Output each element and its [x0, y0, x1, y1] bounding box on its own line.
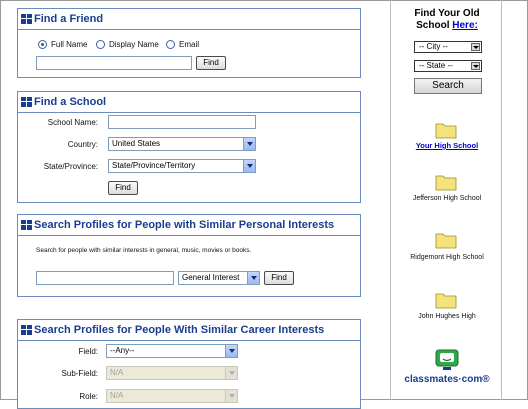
windows-flag-icon: [21, 97, 32, 107]
find-old-school-heading: Find Your Old School Here:: [391, 8, 503, 32]
career-interests-title: Search Profiles for People With Similar …: [34, 324, 325, 336]
friend-search-input[interactable]: [36, 56, 192, 70]
radio-display-name[interactable]: [96, 40, 105, 49]
windows-flag-icon: [21, 325, 32, 335]
find-school-header: Find a School: [18, 92, 360, 112]
personal-interests-panel: Search Profiles for People with Similar …: [17, 214, 361, 297]
city-select-value: -- City --: [419, 42, 448, 51]
chevron-down-icon: [471, 43, 480, 51]
classmates-sidebar: Find Your Old School Here: -- City -- --…: [390, 0, 502, 400]
career-interests-header: Search Profiles for People With Similar …: [18, 320, 360, 340]
career-interests-panel: Search Profiles for People With Similar …: [17, 319, 361, 409]
role-select[interactable]: N/A: [106, 389, 238, 403]
classmates-logo-text: classmates·com®: [404, 374, 490, 385]
country-label: Country:: [67, 140, 98, 149]
your-high-school-link[interactable]: Your High School: [391, 141, 503, 150]
personal-interests-header: Search Profiles for People with Similar …: [18, 215, 360, 235]
chevron-down-icon: [243, 138, 255, 150]
chevron-down-icon: [471, 62, 480, 70]
radio-display-name-label: Display Name: [109, 40, 159, 49]
school-name-input[interactable]: [108, 115, 256, 129]
school-caption-ridgemont[interactable]: Ridgemont High School: [391, 254, 503, 261]
folder-icon[interactable]: [435, 121, 457, 139]
chevron-down-icon: [247, 272, 259, 284]
school-caption-john-hughes[interactable]: John Hughes High: [391, 313, 503, 320]
radio-email[interactable]: [166, 40, 175, 49]
city-select[interactable]: -- City --: [414, 41, 482, 53]
folder-icon[interactable]: [435, 231, 457, 249]
find-school-title: Find a School: [34, 96, 107, 108]
state-label: State/Province:: [43, 162, 98, 171]
windows-flag-icon: [21, 14, 32, 24]
state-select-sidebar[interactable]: -- State --: [414, 60, 482, 72]
find-friend-header: Find a Friend: [18, 9, 360, 29]
subfield-select[interactable]: N/A: [106, 366, 238, 380]
find-old-school-line2-text: School: [416, 20, 450, 31]
main-column: Find a Friend Full Name Display Name Ema…: [0, 0, 374, 409]
field-select[interactable]: --Any--: [106, 344, 238, 358]
school-caption-jefferson[interactable]: Jefferson High School: [391, 195, 503, 202]
chevron-down-icon: [225, 345, 237, 357]
interest-search-input[interactable]: [36, 271, 174, 285]
find-old-school-line1: Find Your Old: [414, 8, 480, 19]
country-select-value: United States: [112, 139, 161, 148]
find-friend-title: Find a Friend: [34, 13, 104, 25]
chevron-down-icon: [225, 390, 237, 402]
radio-full-name-label: Full Name: [51, 40, 88, 49]
find-school-button[interactable]: Find: [108, 181, 138, 195]
field-label: Field:: [78, 347, 98, 356]
find-school-panel: Find a School School Name: Country: Unit…: [17, 91, 361, 203]
find-friend-panel: Find a Friend Full Name Display Name Ema…: [17, 8, 361, 78]
search-button[interactable]: Search: [414, 78, 482, 94]
personal-interests-description: Search for people with similar interests…: [36, 247, 252, 254]
windows-flag-icon: [21, 220, 32, 230]
chevron-down-icon: [243, 160, 255, 172]
find-interest-button[interactable]: Find: [264, 271, 294, 285]
find-friend-button[interactable]: Find: [196, 56, 226, 70]
subfield-label: Sub-Field:: [61, 369, 98, 378]
here-link[interactable]: Here:: [452, 20, 478, 31]
classmates-logo-icon: [435, 349, 459, 370]
state-select-value: State/Province/Territory: [112, 161, 196, 170]
folder-icon[interactable]: [435, 173, 457, 191]
chevron-down-icon: [225, 367, 237, 379]
find-old-school-line2: School Here:: [391, 20, 503, 32]
subfield-select-value: N/A: [110, 368, 124, 377]
country-select[interactable]: United States: [108, 137, 256, 151]
field-select-value: --Any--: [110, 346, 135, 355]
radio-full-name[interactable]: [38, 40, 47, 49]
school-name-label: School Name:: [47, 118, 98, 127]
state-select[interactable]: State/Province/Territory: [108, 159, 256, 173]
folder-icon[interactable]: [435, 291, 457, 309]
role-select-value: N/A: [110, 391, 124, 400]
radio-email-label: Email: [179, 40, 200, 49]
personal-interests-title: Search Profiles for People with Similar …: [34, 219, 335, 231]
interest-type-select[interactable]: General Interest: [178, 271, 260, 285]
state-select-sidebar-value: -- State --: [419, 61, 453, 70]
interest-type-value: General Interest: [182, 273, 240, 282]
